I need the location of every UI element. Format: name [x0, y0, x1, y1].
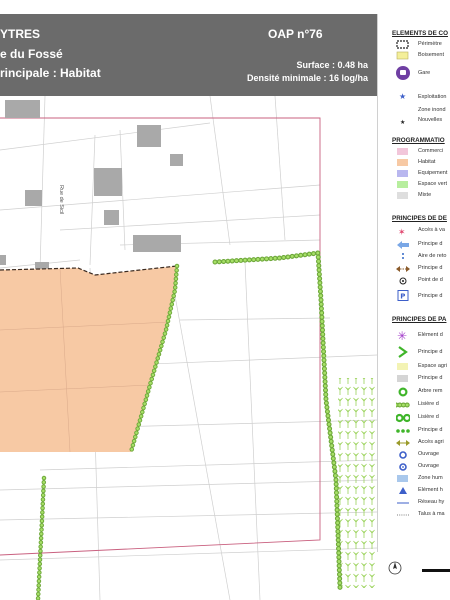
yellow-rect-icon [396, 51, 409, 60]
blue-star-icon: ★ [399, 92, 406, 101]
blue-ring-icon [399, 463, 407, 471]
olive-double-arrow-icon [396, 440, 410, 446]
double-ring-icon [396, 413, 410, 423]
svg-text:P: P [400, 293, 405, 301]
street-label: Rue de Sicil [58, 185, 64, 214]
legend-label: Mixte [418, 192, 432, 198]
gray-rect-icon [397, 192, 408, 199]
violet-rect-icon [397, 170, 408, 177]
legend-label: Principe d [418, 427, 443, 433]
legend-label: Zone inond [418, 107, 446, 113]
blue-arrow-icon [397, 241, 409, 249]
dashed-rect-icon [396, 40, 409, 49]
surface: Surface : 0.48 ha [296, 60, 368, 70]
legend-label: Principe d [418, 375, 443, 381]
black-star-icon: ★ [400, 119, 405, 126]
legend-label: Exploitation [418, 94, 447, 100]
legend-label: Elément d [418, 332, 443, 338]
legend-label: Equipement [418, 170, 448, 176]
legend-section-title: ELEMENTS DE CO [392, 30, 448, 37]
legend-label: Réseau hy [418, 499, 445, 505]
legend-label: Ouvrage [418, 451, 440, 457]
density: Densité minimale : 16 log/ha [246, 73, 368, 83]
legend-label: Principe d [418, 265, 443, 271]
hedge-band-icon [396, 402, 410, 408]
legend-label: Espace agri [418, 363, 448, 369]
lightgray-rect-icon [397, 375, 408, 382]
blank-icon [396, 104, 410, 114]
dots-line-icon [396, 429, 410, 433]
vocation: rincipale : Habitat [0, 66, 101, 80]
svg-text:★: ★ [399, 92, 406, 101]
legend-label: Principe d [418, 241, 443, 247]
legend-label: Accès à va [418, 227, 445, 233]
peach-rect-icon [397, 159, 408, 166]
legend-label: Habitat [418, 159, 436, 165]
blue-dash-icon [402, 253, 404, 261]
orchard-area [338, 378, 377, 588]
legend-label: Lisière d [418, 414, 439, 420]
parking-icon: P [397, 290, 409, 301]
blue-line-icon [397, 502, 409, 504]
legend-label: Commerci [418, 148, 444, 154]
red-star-icon: ✶ [398, 228, 406, 236]
svg-text:★: ★ [400, 119, 405, 126]
svg-text:✶: ✶ [398, 228, 406, 236]
scale-area [377, 552, 450, 600]
legend-label: Accès agri [418, 439, 444, 445]
legend-label: Principe d [418, 349, 443, 355]
svg-text:✳: ✳ [397, 329, 407, 341]
legend-label: Talus à ma [418, 511, 445, 517]
legend-label: Espace vert [418, 181, 448, 187]
legend-label: Gare [418, 70, 431, 76]
dotted-line-icon [397, 514, 409, 516]
oap-number: OAP n°76 [268, 27, 323, 41]
legend-label: Principe d [418, 293, 443, 299]
legend-label: Ouvrage [418, 463, 440, 469]
green-chevron-icon [398, 346, 408, 358]
lightblue-rect-icon [397, 475, 408, 482]
legend-section-title: PROGRAMMATIO [392, 137, 445, 144]
legend-label: Lisière d [418, 401, 439, 407]
brown-double-arrow-icon [396, 266, 410, 272]
scale-bar [422, 569, 450, 572]
legend-label: Boisement [418, 52, 444, 58]
north-arrow-icon [388, 561, 402, 575]
train-icon [396, 66, 410, 80]
lightyellow-rect-icon [397, 363, 408, 370]
blue-triangle-icon [399, 487, 407, 494]
legend-label: Aire de reto [418, 253, 447, 259]
legend-label: Périmètre [418, 41, 442, 47]
legend-label: Elément h [418, 487, 443, 493]
legend-label: Nouvelles [418, 117, 443, 123]
legend-panel: ELEMENTS DE CO Périmètre Boisement Gare … [377, 14, 450, 600]
purple-asterisk-icon: ✳ [397, 329, 407, 341]
legend-label: Arbre rem [418, 388, 443, 394]
pink-rect-icon [397, 148, 408, 155]
site-name: e du Fossé [0, 47, 63, 61]
blue-ring-icon [399, 451, 407, 459]
legend-section-title: PRINCIPES DE DE [392, 215, 447, 222]
legend-label: Point de d [418, 277, 443, 283]
green-ring-icon [398, 387, 408, 397]
legend-section-title: PRINCIPES DE PA [392, 316, 447, 323]
dot-circle-icon [399, 277, 407, 285]
legend-label: Zone hum [418, 475, 443, 481]
commune-name: YTRES [0, 27, 41, 41]
green-rect-icon [397, 181, 408, 188]
